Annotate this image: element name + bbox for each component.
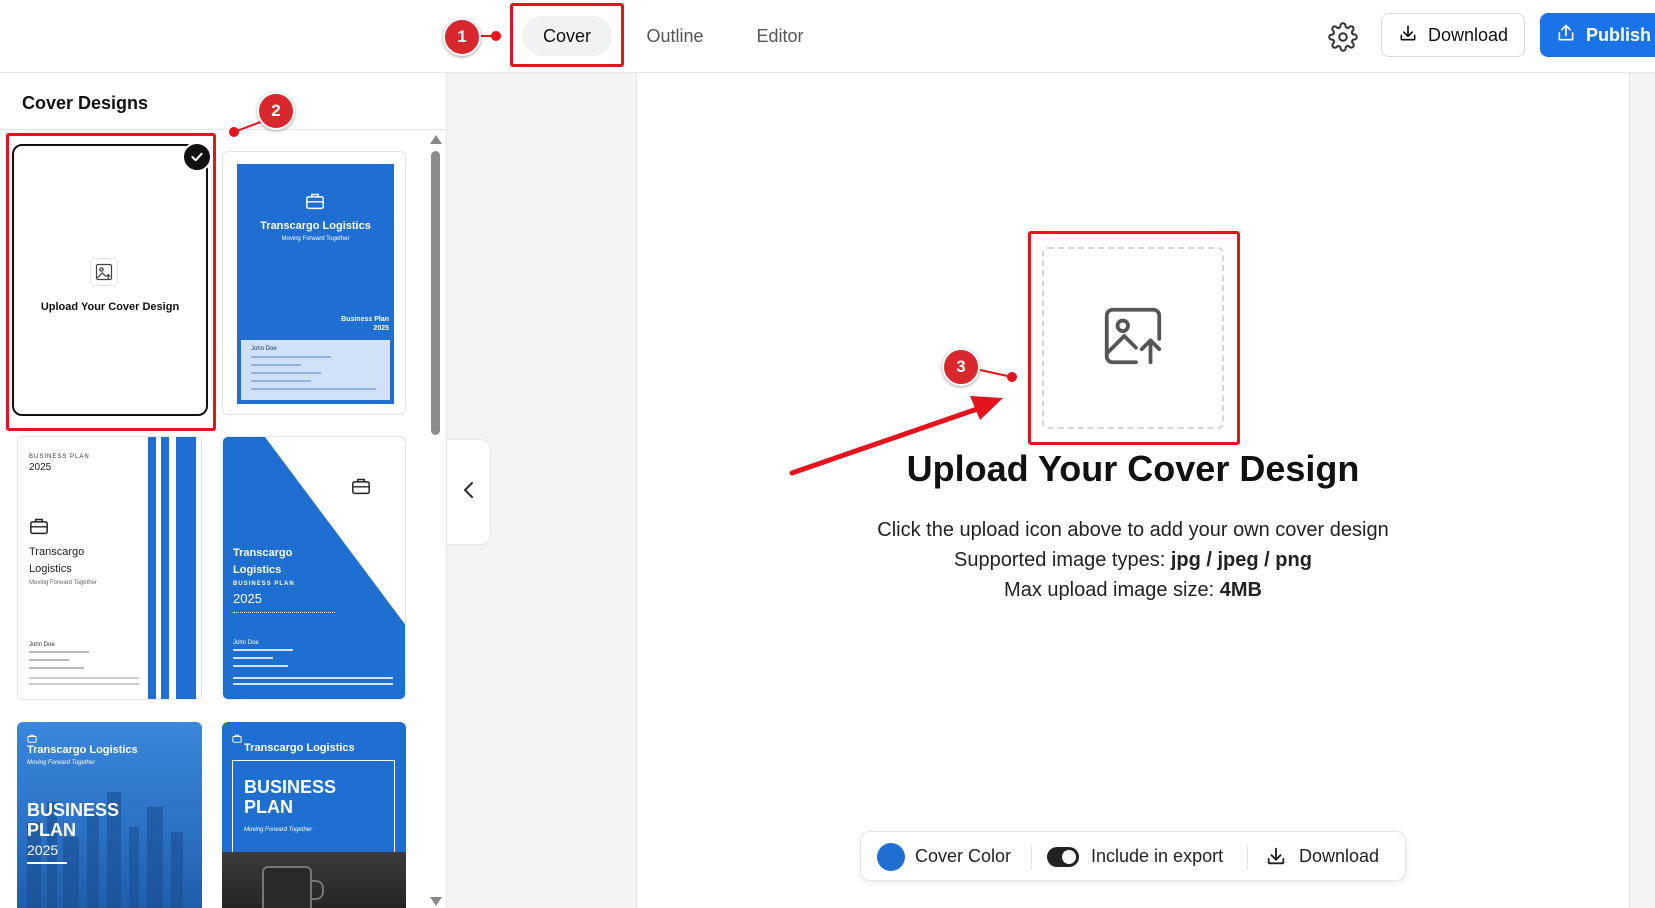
max-size: Max upload image size: 4MB — [760, 579, 1506, 602]
thumb-5-year: 2025 — [27, 842, 59, 858]
thumb-5-plan-line1: BUSINESS — [27, 800, 120, 820]
thumb-4-company-line1: Transcargo — [233, 547, 293, 559]
annotation-frame-upload-thumb — [6, 133, 216, 431]
annotation-badge-1: 1 — [443, 18, 481, 56]
cover-color-swatch[interactable] — [877, 843, 905, 871]
top-bar: Cover Outline Editor Download Publish — [0, 0, 1655, 73]
annotation-frame-dropzone — [1028, 231, 1240, 445]
collapse-panel-button[interactable] — [447, 439, 491, 545]
thumb-3-tagline: Moving Forward Together — [29, 580, 97, 586]
tab-outline[interactable]: Outline — [636, 16, 714, 56]
annotation-badge-2: 2 — [257, 92, 295, 130]
thumb-2-company: Transcargo Logistics — [260, 220, 371, 232]
max-size-label: Max upload image size: — [1004, 579, 1220, 601]
briefcase-icon — [351, 477, 371, 500]
share-upload-icon — [1556, 23, 1576, 48]
panel-divider — [0, 129, 446, 130]
thumb-6-tagline: Moving Forward Together — [244, 827, 313, 833]
briefcase-icon — [305, 192, 325, 215]
download-icon[interactable] — [1265, 845, 1287, 872]
annotation-frame-cover-tab — [510, 3, 624, 67]
cover-thumb-5[interactable]: Transcargo Logistics Moving Forward Toge… — [17, 722, 202, 908]
cover-thumb-4[interactable]: Transcargo Logistics BUSINESS PLAN 2025 … — [222, 436, 406, 700]
thumb-6-plan-line1: BUSINESS — [244, 777, 337, 797]
supported-types-label: Supported image types: — [954, 549, 1171, 571]
thumb-3-contact-name: John Doe — [29, 642, 55, 648]
thumb-6-plan-line2: PLAN — [244, 797, 293, 817]
scroll-up-arrow-icon[interactable] — [430, 135, 442, 144]
publish-button[interactable]: Publish — [1540, 13, 1655, 57]
include-export-toggle[interactable] — [1047, 847, 1079, 867]
scroll-down-arrow-icon[interactable] — [430, 897, 442, 906]
cover-toolbar: Cover Color Include in export Download — [860, 831, 1406, 881]
thumb-6-company: Transcargo Logistics — [244, 742, 355, 754]
upload-heading: Upload Your Cover Design — [906, 448, 1360, 489]
thumb-3-plan: BUSINESS PLAN — [29, 454, 90, 460]
thumb-3-year: 2025 — [29, 462, 52, 473]
thumb-2-year: 2025 — [373, 325, 389, 332]
thumb-3-company-line2: Logistics — [29, 563, 72, 575]
thumb-4-contact-name: John Doe — [233, 640, 259, 646]
thumb-2-tagline: Moving Forward Together — [281, 236, 350, 242]
supported-types-value: jpg / jpeg / png — [1170, 549, 1312, 571]
workspace-gutter-right — [1630, 73, 1655, 908]
max-size-value: 4MB — [1219, 579, 1262, 601]
thumb-4-year: 2025 — [233, 591, 262, 606]
tab-editor[interactable]: Editor — [746, 16, 814, 56]
download-button[interactable]: Download — [1381, 13, 1525, 57]
toolbar-download-label[interactable]: Download — [1299, 846, 1379, 867]
thumb-5-company: Transcargo Logistics — [27, 744, 138, 756]
thumb-2-contact-name: John Doe — [251, 346, 277, 352]
panel-scrollbar[interactable] — [428, 135, 442, 906]
briefcase-icon — [232, 730, 242, 748]
thumb-5-tagline: Moving Forward Together — [27, 760, 96, 766]
cover-thumb-6[interactable]: Transcargo Logistics BUSINESS PLAN Movin… — [222, 722, 406, 908]
thumb-3-company-line1: Transcargo — [29, 546, 85, 558]
settings-gear-icon[interactable] — [1328, 22, 1358, 52]
thumb-6-photo — [222, 852, 406, 908]
download-icon — [1398, 23, 1418, 48]
briefcase-icon — [29, 517, 49, 540]
include-export-label: Include in export — [1091, 846, 1224, 866]
publish-button-label: Publish — [1586, 24, 1652, 45]
thumb-5-plan-line2: PLAN — [27, 820, 76, 840]
chevron-left-icon — [462, 480, 476, 505]
cover-thumb-3[interactable]: BUSINESS PLAN 2025 Transcargo Logistics … — [17, 436, 202, 700]
thumb-2-plan: Business Plan — [341, 316, 389, 323]
cover-color-label[interactable]: Cover Color — [915, 846, 1011, 867]
thumb-4-company-line2: Logistics — [233, 564, 282, 576]
thumb-4-plan: BUSINESS PLAN — [233, 581, 295, 587]
upload-instructions: Click the upload icon above to add your … — [877, 519, 1389, 541]
annotation-badge-3: 3 — [942, 348, 980, 386]
panel-title: Cover Designs — [22, 93, 149, 113]
supported-types: Supported image types: jpg / jpeg / png — [760, 549, 1506, 572]
scroll-thumb[interactable] — [431, 151, 440, 435]
cover-canvas — [636, 73, 1630, 908]
cover-thumb-2[interactable]: Transcargo Logistics Moving Forward Toge… — [222, 151, 406, 415]
thumb-2-contact-box: John Doe — [241, 340, 390, 400]
download-button-label: Download — [1427, 24, 1509, 45]
